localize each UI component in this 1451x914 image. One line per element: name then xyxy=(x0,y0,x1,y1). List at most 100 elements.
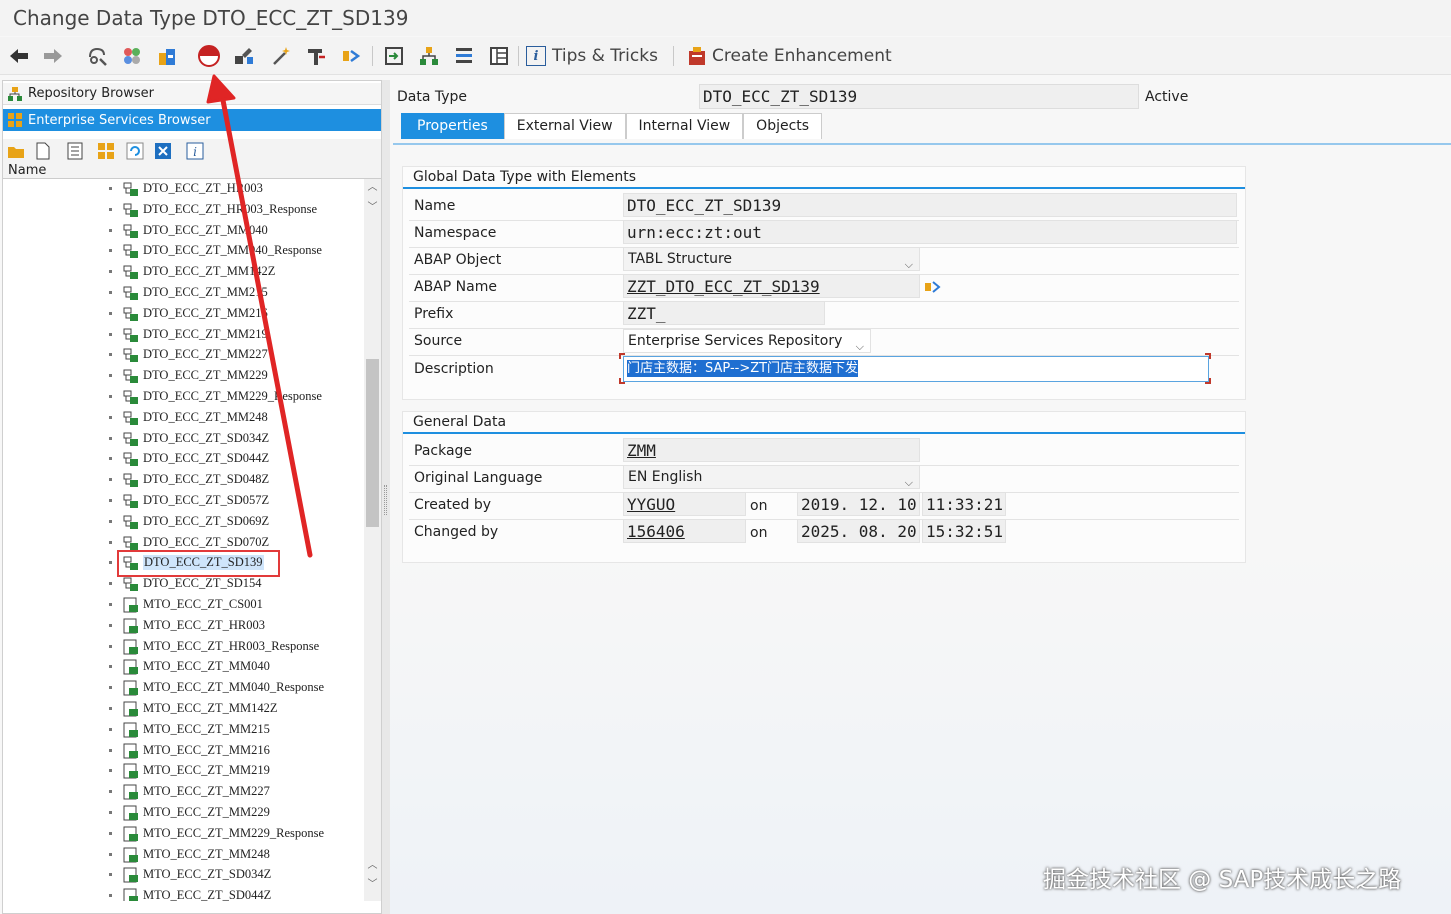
tree-item[interactable]: MTO_ECC_ZT_MM229_Response xyxy=(3,824,363,844)
tree-item[interactable]: DTO_ECC_ZT_SD069Z xyxy=(3,512,363,532)
data-type-icon xyxy=(122,410,140,426)
tree-item[interactable]: MTO_ECC_ZT_CS001 xyxy=(3,595,363,615)
transport-icon[interactable] xyxy=(154,43,180,69)
tree-item[interactable]: DTO_ECC_ZT_MM219 xyxy=(3,325,363,345)
splitter-grip[interactable] xyxy=(384,485,387,515)
tree-item-label: MTO_ECC_ZT_MM229_Response xyxy=(143,825,325,840)
tab-properties[interactable]: Properties xyxy=(401,113,504,139)
refresh-icon[interactable] xyxy=(125,141,145,161)
tree-item[interactable]: MTO_ECC_ZT_MM219 xyxy=(3,761,363,781)
tree-item[interactable]: DTO_ECC_ZT_SD044Z xyxy=(3,449,363,469)
tree-item-label: MTO_ECC_ZT_MM142Z xyxy=(143,701,278,715)
message-type-icon xyxy=(122,743,140,759)
tree-item[interactable]: MTO_ECC_ZT_MM248 xyxy=(3,845,363,865)
tree-item[interactable]: DTO_ECC_ZT_MM229 xyxy=(3,366,363,386)
tree-item[interactable]: MTO_ECC_ZT_SD044Z xyxy=(3,886,363,901)
description-label: Description xyxy=(414,361,494,377)
repository-browser-button[interactable]: Repository Browser xyxy=(3,83,381,105)
scroll-down-icon[interactable]: ﹀ xyxy=(367,879,378,890)
tree-item[interactable]: DTO_ECC_ZT_SD048Z xyxy=(3,470,363,490)
package-field[interactable]: ZMM xyxy=(623,438,920,462)
tree-item[interactable]: DTO_ECC_ZT_MM229_Response xyxy=(3,387,363,407)
stack-icon[interactable] xyxy=(451,43,477,69)
tree-item[interactable]: DTO_ECC_ZT_MM216 xyxy=(3,304,363,324)
open-folder-icon[interactable] xyxy=(6,141,26,161)
tree-item[interactable]: MTO_ECC_ZT_MM040 xyxy=(3,657,363,677)
services-grid-icon[interactable] xyxy=(96,141,116,161)
changed-by-user[interactable]: 156406 xyxy=(623,519,746,543)
tree-item[interactable]: MTO_ECC_ZT_MM215 xyxy=(3,720,363,740)
original-language-select[interactable]: EN English ⌵ xyxy=(623,465,920,489)
tree-item-label: MTO_ECC_ZT_MM040 xyxy=(143,659,270,674)
created-date: 2019. 12. 10 xyxy=(797,492,920,516)
tree-item[interactable]: MTO_ECC_ZT_MM040_Response xyxy=(3,678,363,698)
data-type-icon xyxy=(122,451,140,467)
pane-splitter[interactable] xyxy=(382,80,390,914)
tree-item[interactable]: DTO_ECC_ZT_SD154 xyxy=(3,574,363,594)
forward-arrow-icon[interactable] xyxy=(40,43,66,69)
tree-bullet xyxy=(109,894,112,898)
layout-icon[interactable] xyxy=(486,43,512,69)
tree-item[interactable]: DTO_ECC_ZT_MM248 xyxy=(3,408,363,428)
abap-object-select[interactable]: TABL Structure ⌵ xyxy=(623,247,920,271)
original-language-label: Original Language xyxy=(414,470,543,486)
source-select[interactable]: Enterprise Services Repository ⌵ xyxy=(623,329,871,353)
tree-item[interactable]: DTO_ECC_ZT_MM227 xyxy=(3,345,363,365)
list-document-icon[interactable] xyxy=(65,141,85,161)
scroll-up-icon[interactable]: ︿ xyxy=(367,860,378,871)
tree-item[interactable]: DTO_ECC_ZT_MM142Z xyxy=(3,262,363,282)
namespace-field: urn:ecc:zt:out xyxy=(623,220,1237,244)
new-document-icon[interactable] xyxy=(33,141,53,161)
tab-objects[interactable]: Objects xyxy=(743,113,823,139)
display-change-icon[interactable] xyxy=(84,43,110,69)
other-object-icon[interactable] xyxy=(119,43,145,69)
data-type-icon xyxy=(122,264,140,280)
scroll-thumb[interactable] xyxy=(366,359,379,527)
close-icon[interactable] xyxy=(153,141,173,161)
tree-item[interactable]: DTO_ECC_ZT_HR003_Response xyxy=(3,200,363,220)
where-used-icon[interactable] xyxy=(303,43,329,69)
tree-item[interactable]: DTO_ECC_ZT_SD057Z xyxy=(3,491,363,511)
tree-item-label: MTO_ECC_ZT_SD034Z xyxy=(143,867,272,882)
tips-and-tricks-button[interactable]: i Tips & Tricks xyxy=(526,43,658,69)
tree-item[interactable]: DTO_ECC_ZT_SD034Z xyxy=(3,429,363,449)
scroll-up-icon[interactable]: ︿ xyxy=(367,182,378,193)
abap-name-field[interactable]: ZZT_DTO_ECC_ZT_SD139 xyxy=(623,274,920,298)
tree-item[interactable]: MTO_ECC_ZT_HR003_Response xyxy=(3,637,363,657)
tree-item[interactable]: MTO_ECC_ZT_MM229 xyxy=(3,803,363,823)
tree-item[interactable]: MTO_ECC_ZT_MM227 xyxy=(3,782,363,802)
description-input[interactable]: 门店主数据：SAP-->ZT门店主数据下发 xyxy=(623,356,1209,382)
tree-item-label: MTO_ECC_ZT_CS001 xyxy=(143,597,263,611)
tree-scrollbar[interactable]: ︿ ﹀ ︿ ﹀ xyxy=(364,179,381,901)
tree-item[interactable]: MTO_ECC_ZT_MM142Z xyxy=(3,699,363,719)
tree-item[interactable]: DTO_ECC_ZT_MM040 xyxy=(3,221,363,241)
navigate-icon[interactable] xyxy=(924,279,942,295)
activate-icon[interactable] xyxy=(196,43,222,69)
hierarchy-icon[interactable] xyxy=(416,43,442,69)
tree-item[interactable]: DTO_ECC_ZT_MM215 xyxy=(3,283,363,303)
tab-external-view[interactable]: External View xyxy=(503,113,626,139)
tree-item-label: MTO_ECC_ZT_MM248 xyxy=(143,846,270,861)
tree-item[interactable]: MTO_ECC_ZT_HR003 xyxy=(3,616,363,636)
message-type-icon xyxy=(122,847,140,863)
enterprise-services-browser-button[interactable]: Enterprise Services Browser xyxy=(3,109,381,131)
tree-item[interactable]: DTO_ECC_ZT_HR003 xyxy=(3,179,363,199)
info-icon[interactable]: i xyxy=(185,141,205,161)
tree-item[interactable]: MTO_ECC_ZT_MM216 xyxy=(3,741,363,761)
message-type-icon xyxy=(122,826,140,842)
tree-item[interactable]: MTO_ECC_ZT_SD034Z xyxy=(3,865,363,885)
navigate-icon[interactable] xyxy=(338,43,364,69)
tree-item-label: MTO_ECC_ZT_MM215 xyxy=(143,721,270,736)
scroll-down-icon[interactable]: ﹀ xyxy=(367,202,378,213)
wizard-icon[interactable] xyxy=(268,43,294,69)
create-enhancement-button[interactable]: Create Enhancement xyxy=(686,43,892,69)
name-column-header[interactable]: Name xyxy=(3,163,381,179)
created-by-user[interactable]: YYGUO xyxy=(623,492,746,516)
window-icon[interactable] xyxy=(381,43,407,69)
tree-item[interactable]: DTO_ECC_ZT_MM040_Response xyxy=(3,241,363,261)
tab-internal-view[interactable]: Internal View xyxy=(625,113,744,139)
test-icon[interactable] xyxy=(231,43,257,69)
data-type-icon xyxy=(122,472,140,488)
back-arrow-icon[interactable] xyxy=(6,43,32,69)
created-by-label: Created by xyxy=(414,497,492,513)
